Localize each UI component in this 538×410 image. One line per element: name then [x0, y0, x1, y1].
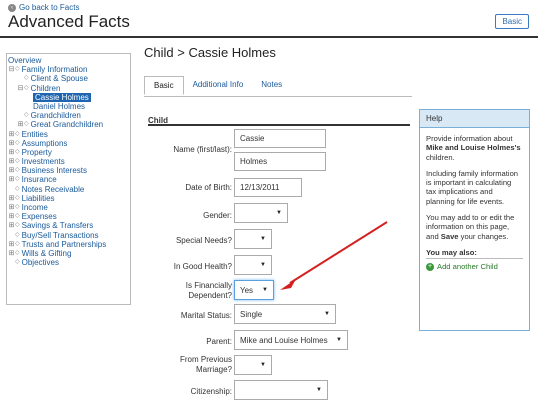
annotation-arrow	[280, 221, 388, 290]
arrow-shaft	[289, 221, 388, 284]
